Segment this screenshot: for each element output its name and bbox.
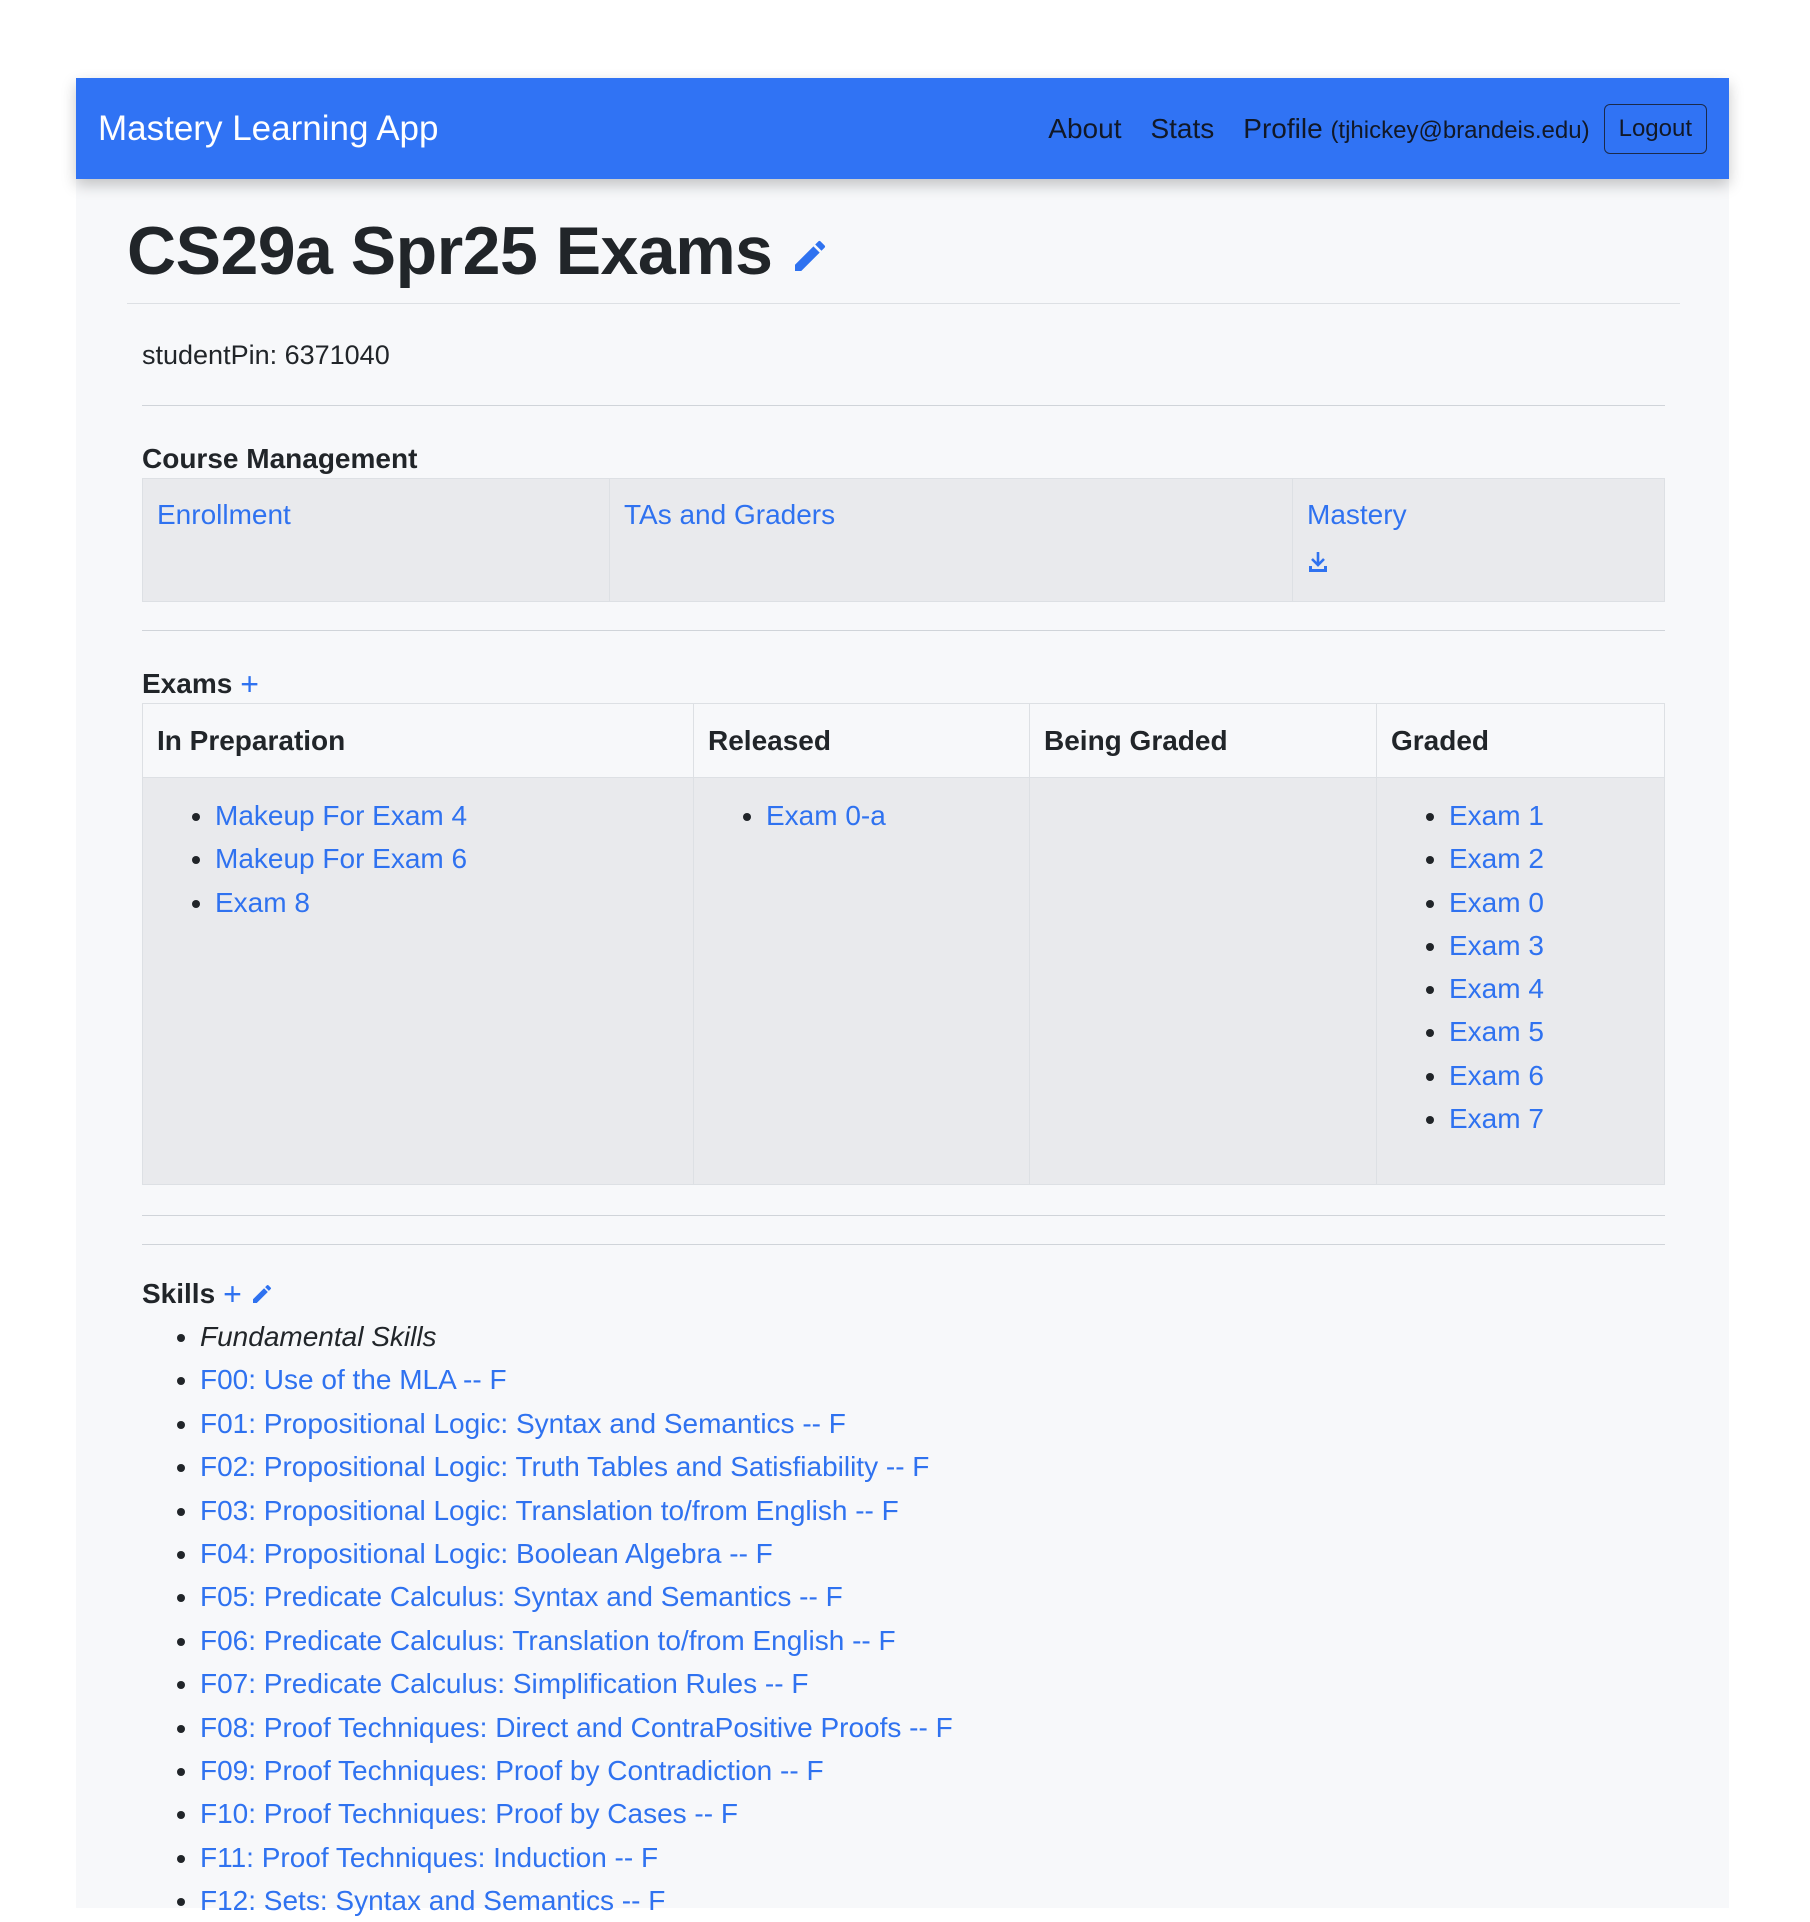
list-item: F04: Propositional Logic: Boolean Algebr… <box>200 1532 1665 1575</box>
course-management-heading: Course Management <box>142 443 418 474</box>
brand-link[interactable]: Mastery Learning App <box>98 109 1019 149</box>
col-graded: Graded <box>1376 703 1665 778</box>
mastery-link[interactable]: Mastery <box>1307 499 1407 530</box>
list-item: Exam 5 <box>1449 1010 1650 1053</box>
app-frame: Mastery Learning App About Stats Profile… <box>76 78 1729 1916</box>
skill-link[interactable]: F06: Predicate Calculus: Translation to/… <box>200 1625 896 1656</box>
main-content: CS29a Spr25 Exams studentPin: 6371040 Co… <box>127 179 1680 1922</box>
list-item: Exam 7 <box>1449 1097 1650 1140</box>
exam-link[interactable]: Exam 3 <box>1449 930 1544 961</box>
exam-link[interactable]: Exam 5 <box>1449 1016 1544 1047</box>
released-cell: Exam 0-a <box>693 777 1030 1185</box>
nav-profile[interactable]: Profile (tjhickey@brandeis.edu) <box>1243 113 1589 145</box>
exam-link[interactable]: Exam 2 <box>1449 843 1544 874</box>
course-management-table: Enrollment TAs and Graders Mastery <box>142 478 1665 602</box>
skill-link[interactable]: F04: Propositional Logic: Boolean Algebr… <box>200 1538 773 1569</box>
exams-title: Exams <box>142 668 233 699</box>
list-item: F07: Predicate Calculus: Simplification … <box>200 1662 1665 1705</box>
skill-link[interactable]: F08: Proof Techniques: Direct and Contra… <box>200 1712 953 1743</box>
enrollment-link[interactable]: Enrollment <box>157 499 291 530</box>
nav-stats[interactable]: Stats <box>1150 113 1214 145</box>
skill-link[interactable]: F07: Predicate Calculus: Simplification … <box>200 1668 808 1699</box>
exam-link[interactable]: Exam 0 <box>1449 887 1544 918</box>
in-preparation-cell: Makeup For Exam 4 Makeup For Exam 6 Exam… <box>142 777 694 1185</box>
list-item: Exam 2 <box>1449 837 1650 880</box>
list-item: F01: Propositional Logic: Syntax and Sem… <box>200 1402 1665 1445</box>
exams-table: In Preparation Released Being Graded Gra… <box>142 703 1665 1185</box>
add-skill-plus-icon[interactable]: + <box>223 1276 242 1313</box>
col-in-preparation: In Preparation <box>142 703 694 778</box>
exam-link[interactable]: Exam 0-a <box>766 800 886 831</box>
skill-link[interactable]: F10: Proof Techniques: Proof by Cases --… <box>200 1798 738 1829</box>
mgmt-cell-mastery: Mastery <box>1292 478 1665 602</box>
nav-profile-label: Profile <box>1243 112 1323 144</box>
list-item: Exam 4 <box>1449 967 1650 1010</box>
skills-group-label: Fundamental Skills <box>200 1315 1665 1358</box>
divider <box>142 1244 1665 1245</box>
divider <box>142 1215 1665 1216</box>
navbar: Mastery Learning App About Stats Profile… <box>76 78 1729 179</box>
exam-link[interactable]: Exam 4 <box>1449 973 1544 1004</box>
col-released: Released <box>693 703 1030 778</box>
skill-link[interactable]: F05: Predicate Calculus: Syntax and Sema… <box>200 1581 843 1612</box>
divider <box>142 630 1665 631</box>
skill-link[interactable]: F01: Propositional Logic: Syntax and Sem… <box>200 1408 846 1439</box>
skills-heading: Skills + <box>142 1275 1665 1313</box>
list-item: Exam 0 <box>1449 881 1650 924</box>
skill-link[interactable]: F03: Propositional Logic: Translation to… <box>200 1495 899 1526</box>
logout-button[interactable]: Logout <box>1603 103 1707 154</box>
graded-cell: Exam 1 Exam 2 Exam 0 Exam 3 Exam 4 Exam … <box>1376 777 1665 1185</box>
exam-link[interactable]: Exam 7 <box>1449 1103 1544 1134</box>
list-item: F03: Propositional Logic: Translation to… <box>200 1489 1665 1532</box>
course-body: studentPin: 6371040 Course Management En… <box>127 304 1680 1922</box>
student-pin: studentPin: 6371040 <box>142 304 1665 406</box>
exam-link[interactable]: Exam 6 <box>1449 1060 1544 1091</box>
skill-link[interactable]: F02: Propositional Logic: Truth Tables a… <box>200 1451 929 1482</box>
skill-link[interactable]: F12: Sets: Syntax and Semantics -- F <box>200 1885 665 1916</box>
skill-link[interactable]: F11: Proof Techniques: Induction -- F <box>200 1842 658 1873</box>
exam-link[interactable]: Makeup For Exam 6 <box>215 843 467 874</box>
add-exam-plus-icon[interactable]: + <box>240 666 259 703</box>
list-item: Exam 1 <box>1449 794 1650 837</box>
exam-link[interactable]: Exam 8 <box>215 887 310 918</box>
profile-email: (tjhickey@brandeis.edu) <box>1330 116 1590 144</box>
list-item: F02: Propositional Logic: Truth Tables a… <box>200 1445 1665 1488</box>
list-item: F11: Proof Techniques: Induction -- F <box>200 1836 1665 1879</box>
nav-about[interactable]: About <box>1048 113 1121 145</box>
list-item: Makeup For Exam 6 <box>215 837 679 880</box>
exam-link[interactable]: Exam 1 <box>1449 800 1544 831</box>
page-header: CS29a Spr25 Exams <box>127 179 1680 304</box>
list-item: F10: Proof Techniques: Proof by Cases --… <box>200 1792 1665 1835</box>
list-item: F09: Proof Techniques: Proof by Contradi… <box>200 1749 1665 1792</box>
skill-link[interactable]: F00: Use of the MLA -- F <box>200 1364 507 1395</box>
list-item: Exam 3 <box>1449 924 1650 967</box>
skills-list: Fundamental Skills F00: Use of the MLA -… <box>142 1315 1665 1922</box>
list-item: Exam 0-a <box>766 794 1015 837</box>
list-item: F08: Proof Techniques: Direct and Contra… <box>200 1706 1665 1749</box>
being-graded-cell <box>1029 777 1377 1185</box>
list-item: Exam 6 <box>1449 1054 1650 1097</box>
page-title: CS29a Spr25 Exams <box>127 213 773 289</box>
edit-skills-pencil-icon[interactable] <box>250 1282 274 1306</box>
skills-title: Skills <box>142 1278 216 1309</box>
skill-link[interactable]: F09: Proof Techniques: Proof by Contradi… <box>200 1755 824 1786</box>
download-icon[interactable] <box>1307 549 1650 581</box>
list-item: F00: Use of the MLA -- F <box>200 1358 1665 1401</box>
list-item: F05: Predicate Calculus: Syntax and Sema… <box>200 1575 1665 1618</box>
edit-course-pencil-icon[interactable] <box>790 236 830 276</box>
list-item: Exam 8 <box>215 881 679 924</box>
list-item: F12: Sets: Syntax and Semantics -- F <box>200 1879 1665 1922</box>
list-item: F06: Predicate Calculus: Translation to/… <box>200 1619 1665 1662</box>
exams-heading: Exams + <box>142 665 1665 703</box>
col-being-graded: Being Graded <box>1029 703 1377 778</box>
exam-link[interactable]: Makeup For Exam 4 <box>215 800 467 831</box>
mgmt-cell-enrollment: Enrollment <box>142 478 610 602</box>
tas-graders-link[interactable]: TAs and Graders <box>624 499 835 530</box>
list-item: Makeup For Exam 4 <box>215 794 679 837</box>
mgmt-cell-tas: TAs and Graders <box>609 478 1293 602</box>
